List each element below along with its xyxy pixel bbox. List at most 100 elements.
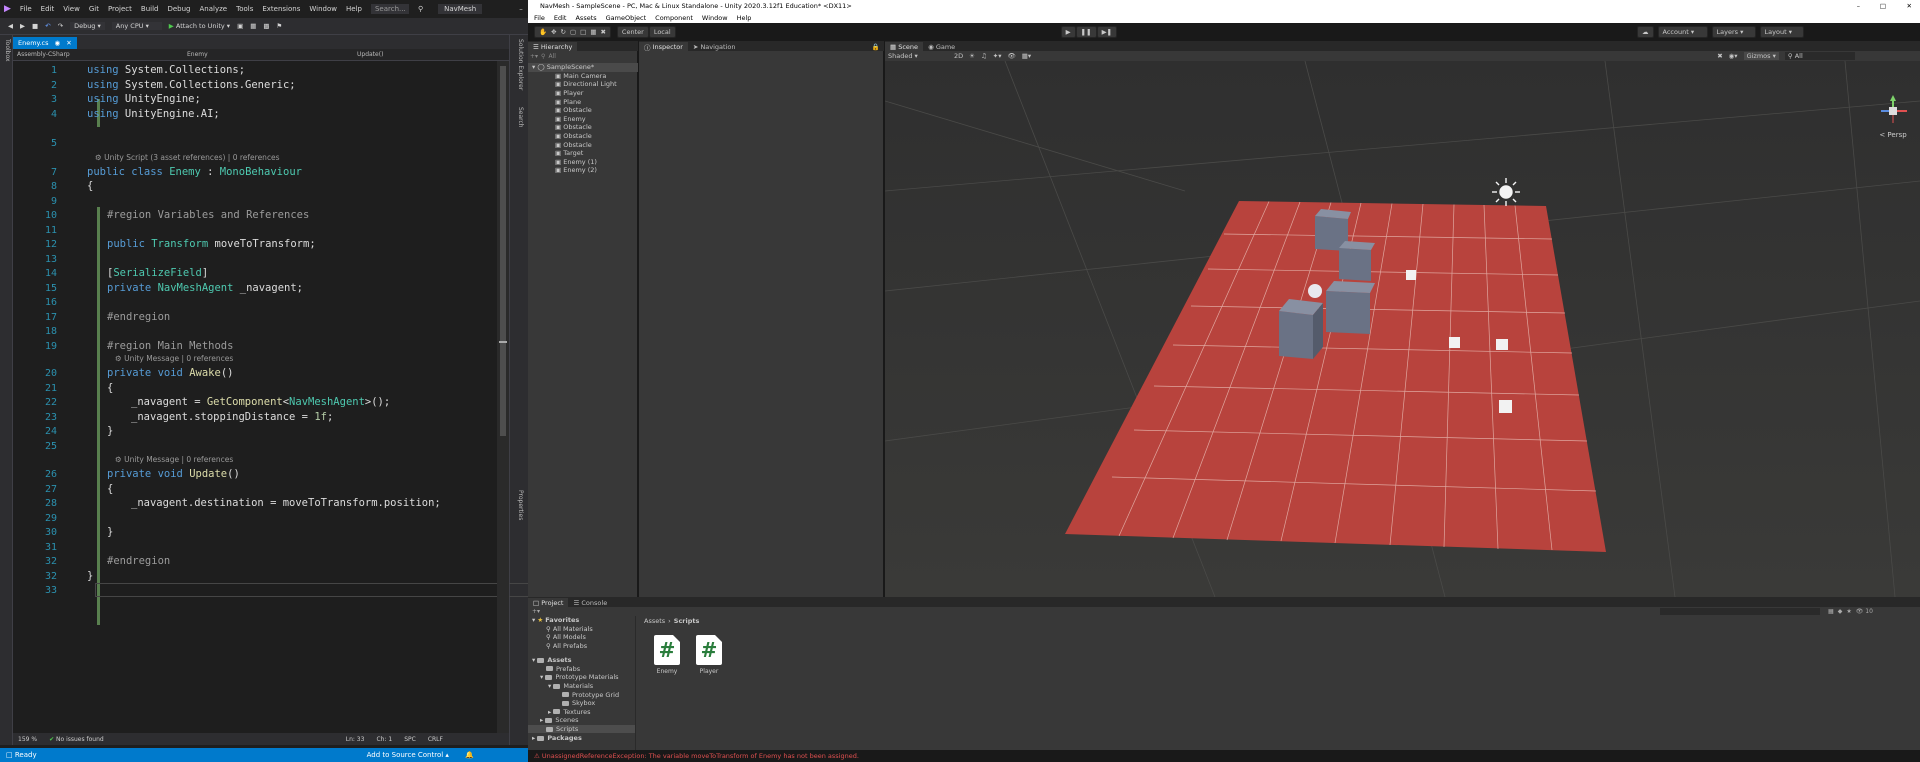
folder-item[interactable]: ▸ Textures — [548, 708, 591, 717]
persp-label[interactable]: < Persp — [1879, 131, 1907, 139]
vs-menu-file[interactable]: File — [20, 5, 32, 13]
hidden-objects-icon[interactable]: 👁 — [1008, 52, 1016, 60]
codelens-awake[interactable]: ⚙ Unity Message | 0 references — [115, 354, 233, 363]
bookmark-icon[interactable]: ⚑ — [277, 22, 283, 30]
breadcrumb-scripts[interactable]: Scripts — [674, 617, 700, 625]
vs-menu-tools[interactable]: Tools — [236, 5, 253, 13]
expand-arrow-icon[interactable]: ▾ — [548, 682, 551, 690]
lighting-icon[interactable]: ☀ — [969, 52, 975, 60]
favorite-item[interactable]: ⚲ All Models — [546, 633, 586, 642]
lock-icon[interactable]: 🔒 — [872, 43, 884, 51]
vs-menu-project[interactable]: Project — [108, 5, 132, 13]
scroll-thumb[interactable] — [500, 66, 506, 436]
scene-viewport[interactable]: < Persp — [885, 61, 1920, 597]
layout-dropdown[interactable]: Layout ▾ — [1759, 26, 1804, 38]
audio-icon[interactable]: ♫ — [981, 52, 987, 60]
back-icon[interactable]: ◀ — [8, 22, 13, 30]
hierarchy-item[interactable]: ▣ Obstacle — [528, 140, 638, 149]
play-button[interactable]: ▶ — [1060, 26, 1076, 38]
spc-indicator[interactable]: SPC — [404, 736, 416, 743]
expand-arrow-icon[interactable]: ▸ — [532, 734, 535, 742]
hierarchy-scene-row[interactable]: ▾ ◯ SampleScene* — [528, 63, 638, 72]
hierarchy-search[interactable]: +▾ ⚲ All — [530, 52, 636, 61]
star-filter-icon[interactable]: ★ — [1846, 608, 1851, 615]
hidden-count[interactable]: 👁 10 — [1856, 608, 1873, 615]
label-icon[interactable]: ◆ — [1838, 608, 1843, 615]
transform-tool-icon[interactable]: ▦ — [590, 28, 596, 36]
vs-menu-analyze[interactable]: Analyze — [200, 5, 228, 13]
expand-arrow-icon[interactable]: ▾ — [540, 673, 543, 681]
hierarchy-item[interactable]: ▣ Obstacle — [528, 106, 638, 115]
vs-menu-extensions[interactable]: Extensions — [262, 5, 300, 13]
unity-menu-help[interactable]: Help — [737, 14, 752, 22]
undo-icon[interactable]: ↶ — [45, 22, 50, 30]
zoom-level[interactable]: 159 % — [18, 736, 37, 743]
add-icon[interactable]: +▾ — [530, 53, 538, 60]
hierarchy-item[interactable]: ▣ Enemy (2) — [528, 166, 638, 175]
expand-arrow-icon[interactable]: ▾ — [532, 616, 535, 624]
unity-close-icon[interactable]: ✕ — [1907, 2, 1912, 10]
packages-row[interactable]: ▸ Packages — [532, 734, 582, 743]
vs-menu-debug[interactable]: Debug — [167, 5, 190, 13]
vs-menu-help[interactable]: Help — [346, 5, 362, 13]
nav-class-dropdown[interactable]: Enemy — [183, 51, 353, 58]
folder-item[interactable]: Prefabs — [546, 665, 580, 674]
asset-item[interactable]: # Enemy — [652, 635, 682, 680]
unity-maximize-icon[interactable]: □ — [1880, 2, 1886, 10]
scene-view[interactable]: ▦ Scene ◉ Game Shaded ▾ 2D ☀ ♫ ✦▾ 👁 ▦▾ ✖… — [885, 41, 1920, 597]
tab-inspector[interactable]: ⓘ Inspector — [639, 42, 688, 52]
solution-explorer-strip[interactable]: Solution Explorer Search Properties — [509, 35, 528, 745]
attach-button[interactable]: ▶ Attach to Unity ▾ — [169, 22, 230, 30]
toolbox-strip[interactable]: Toolbox — [0, 35, 13, 745]
vs-menu-view[interactable]: View — [63, 5, 80, 13]
folder-item[interactable]: Skybox — [562, 699, 595, 708]
effects-icon[interactable]: ✦▾ — [993, 52, 1002, 60]
config-dropdown[interactable]: Debug ▾ — [70, 22, 105, 30]
gizmos-dropdown[interactable]: Gizmos ▾ — [1743, 52, 1779, 60]
source-control-button[interactable]: Add to Source Control ▴ — [367, 751, 449, 759]
hierarchy-item[interactable]: ▣ Main Camera — [528, 72, 638, 81]
toolbar-icon-a[interactable]: ▣ — [237, 22, 243, 30]
vs-menu-edit[interactable]: Edit — [41, 5, 55, 13]
codelens-script[interactable]: ⚙ Unity Script (3 asset references) | 0 … — [95, 153, 280, 162]
filter-icon[interactable]: ▦ — [1828, 608, 1834, 615]
toolbar-icon-b[interactable]: ▦ — [250, 22, 256, 30]
folder-item[interactable]: ▸ Scenes — [540, 716, 579, 725]
unity-menu-component[interactable]: Component — [655, 14, 693, 22]
shading-dropdown[interactable]: Shaded ▾ — [888, 52, 948, 60]
tab-close-icon[interactable]: ✕ — [66, 39, 71, 47]
tab-project[interactable]: □ Project — [528, 598, 569, 607]
platform-dropdown[interactable]: Any CPU ▾ — [111, 22, 162, 30]
expand-arrow-icon[interactable]: ▾ — [532, 63, 535, 71]
nav-member-dropdown[interactable]: Update() — [353, 51, 503, 58]
hierarchy-item[interactable]: ▣ Enemy — [528, 115, 638, 124]
unity-menu-edit[interactable]: Edit — [554, 14, 567, 22]
unity-menu-window[interactable]: Window — [702, 14, 728, 22]
move-tool-icon[interactable]: ✥ — [551, 28, 556, 36]
issues-status[interactable]: ✔ No issues found — [49, 736, 104, 743]
folder-item[interactable]: ▾ Materials — [548, 682, 593, 691]
assets-row[interactable]: ▾ Assets — [532, 656, 572, 665]
tools-icon[interactable]: ✖ — [1717, 52, 1722, 60]
folder-item[interactable]: Prototype Grid — [562, 690, 619, 699]
pivot-local-toggle[interactable]: Local — [648, 26, 676, 38]
rotate-tool-icon[interactable]: ↻ — [561, 28, 566, 36]
nav-project-dropdown[interactable]: Assembly-CSharp — [13, 51, 183, 58]
error-message[interactable]: UnassignedReferenceException: The variab… — [542, 752, 859, 760]
pause-button[interactable]: ❚❚ — [1075, 26, 1097, 38]
asset-item[interactable]: # Player — [694, 635, 724, 680]
hierarchy-item[interactable]: ▣ Directional Light — [528, 80, 638, 89]
custom-tool-icon[interactable]: ✖ — [600, 28, 605, 36]
breadcrumb-assets[interactable]: Assets — [644, 617, 665, 625]
hierarchy-item[interactable]: ▣ Target — [528, 149, 638, 158]
hierarchy-item[interactable]: ▣ Player — [528, 89, 638, 98]
tab-game[interactable]: ◉ Game — [923, 42, 961, 51]
expand-arrow-icon[interactable]: ▸ — [540, 716, 543, 724]
unity-menu-file[interactable]: File — [534, 14, 545, 22]
tab-console[interactable]: ☰ Console — [568, 598, 613, 607]
hierarchy-item[interactable]: ▣ Obstacle — [528, 123, 638, 132]
unity-minimize-icon[interactable]: – — [1857, 2, 1860, 10]
tab-navigation[interactable]: ➤ Navigation — [687, 42, 741, 51]
folder-item[interactable]: ▾ Prototype Materials — [540, 673, 619, 682]
layers-dropdown[interactable]: Layers ▾ — [1711, 26, 1756, 38]
